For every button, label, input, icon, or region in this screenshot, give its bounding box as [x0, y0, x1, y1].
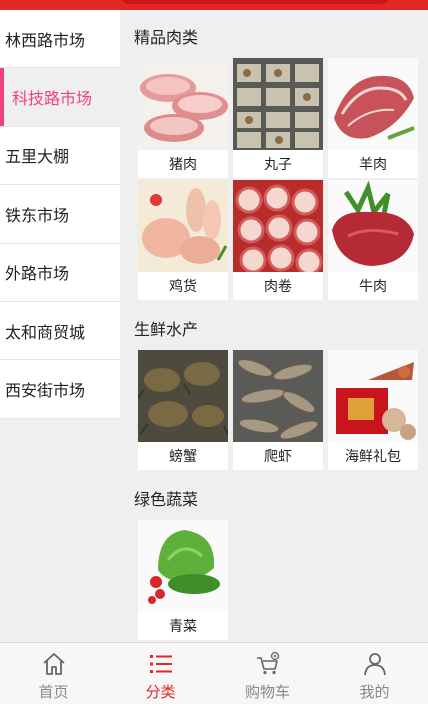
- sidebar-item-label: 五里大棚: [5, 147, 70, 167]
- market-sidebar: 林西路市场 科技路市场 五里大棚 铁东市场 外路市场 太和商贸城 西安街市场: [0, 10, 120, 642]
- sidebar-item-taihe[interactable]: 太和商贸城: [0, 301, 120, 361]
- product-label: 鸡货: [169, 279, 197, 295]
- sidebar-item-wailu[interactable]: 外路市场: [0, 243, 120, 302]
- product-tile-pork[interactable]: 猪肉: [138, 58, 228, 178]
- user-icon: [363, 653, 386, 676]
- bottom-tab-bar: 首页 分类 购物车 我的: [0, 642, 428, 704]
- tab-label: 购物车: [244, 683, 290, 701]
- crab-image: [138, 350, 228, 442]
- sidebar-item-linxi[interactable]: 林西路市场: [0, 10, 120, 69]
- mantis-shrimp-image: [233, 350, 323, 442]
- product-tile-crab[interactable]: 螃蟹: [138, 350, 228, 470]
- category-content: 精品肉类 猪肉 丸子 羊肉 鸡货 肉卷 牛肉 生鲜水产 螃蟹 爬虾 海鲜礼包 绿…: [120, 10, 428, 642]
- list-icon: [149, 655, 172, 673]
- sidebar-item-label: 科技路市场: [12, 89, 93, 109]
- sidebar-item-wuli[interactable]: 五里大棚: [0, 126, 120, 186]
- product-tile-chicken[interactable]: 鸡货: [138, 180, 228, 300]
- section-title-vegetables: 绿色蔬菜: [134, 490, 199, 509]
- sidebar-item-keji[interactable]: 科技路市场: [0, 68, 120, 127]
- section-title-meat: 精品肉类: [134, 28, 199, 47]
- product-label: 螃蟹: [169, 449, 197, 465]
- product-tile-seafood-gift[interactable]: 海鲜礼包: [328, 350, 418, 470]
- tab-profile[interactable]: 我的: [321, 643, 428, 704]
- chicken-image: [138, 180, 228, 272]
- product-label: 爬虾: [264, 449, 292, 465]
- product-tile-mantis-shrimp[interactable]: 爬虾: [233, 350, 323, 470]
- tab-home[interactable]: 首页: [0, 643, 107, 704]
- pork-image: [138, 58, 228, 150]
- sidebar-item-label: 太和商贸城: [5, 322, 86, 342]
- section-title-seafood: 生鲜水产: [134, 320, 199, 339]
- sidebar-item-tiedong[interactable]: 铁东市场: [0, 185, 120, 244]
- product-label: 丸子: [264, 157, 292, 173]
- product-label: 牛肉: [359, 279, 387, 295]
- product-label: 羊肉: [359, 157, 387, 173]
- product-label: 猪肉: [169, 157, 197, 173]
- sidebar-item-xianjie[interactable]: 西安街市场: [0, 360, 120, 419]
- top-header-bar: [0, 0, 428, 10]
- product-tile-greens[interactable]: 青菜: [138, 520, 228, 640]
- product-tile-meatball[interactable]: 丸子: [233, 58, 323, 178]
- tab-label: 首页: [38, 683, 69, 701]
- meat-roll-image: [233, 180, 323, 272]
- home-icon: [42, 653, 65, 675]
- sidebar-item-label: 铁东市场: [5, 205, 70, 225]
- product-label: 青菜: [169, 619, 197, 635]
- tab-cart[interactable]: 购物车: [214, 643, 321, 704]
- meatball-image: [233, 58, 323, 150]
- product-tile-meat-roll[interactable]: 肉卷: [233, 180, 323, 300]
- seafood-gift-image: [328, 350, 418, 442]
- sidebar-item-label: 林西路市场: [5, 30, 86, 50]
- product-tile-mutton[interactable]: 羊肉: [328, 58, 418, 178]
- cart-icon: [256, 651, 279, 675]
- tab-category[interactable]: 分类: [107, 643, 214, 704]
- mutton-image: [328, 58, 418, 150]
- product-tile-beef[interactable]: 牛肉: [328, 180, 418, 300]
- product-label: 海鲜礼包: [345, 449, 401, 465]
- product-label: 肉卷: [264, 279, 292, 295]
- sidebar-item-label: 外路市场: [5, 264, 70, 284]
- search-bar[interactable]: [120, 0, 390, 4]
- greens-image: [138, 520, 228, 612]
- tab-label: 分类: [145, 683, 176, 701]
- tab-label: 我的: [359, 683, 390, 701]
- beef-image: [328, 180, 418, 272]
- sidebar-item-label: 西安街市场: [5, 381, 86, 401]
